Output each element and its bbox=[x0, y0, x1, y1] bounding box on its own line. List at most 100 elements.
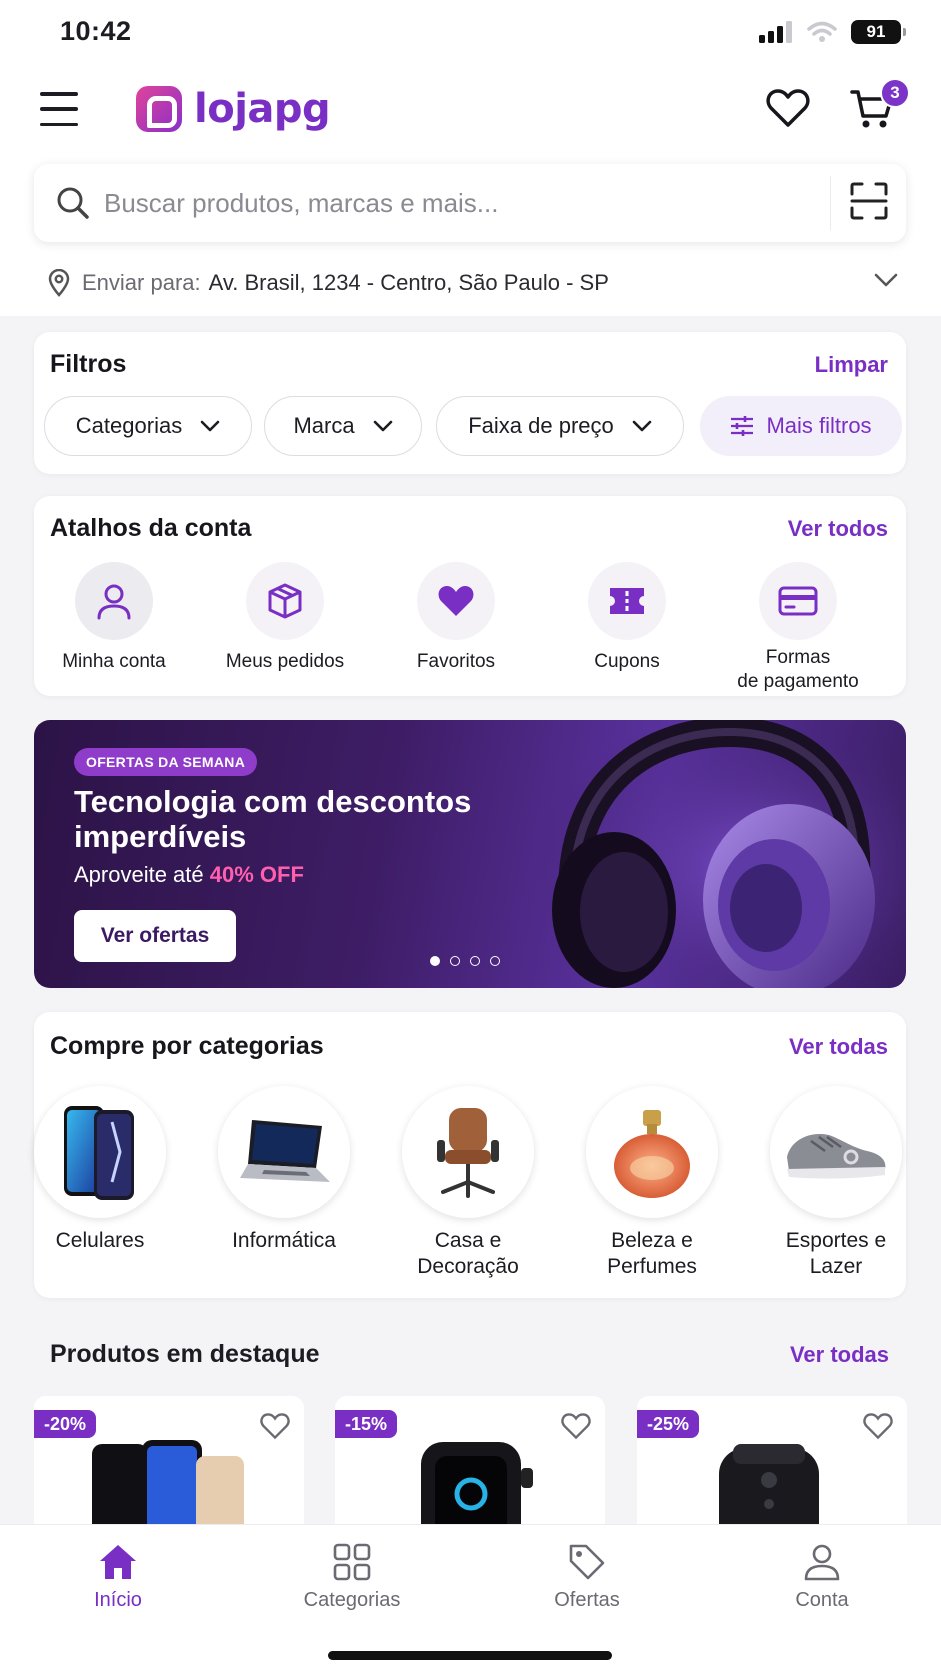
shortcut-label: Minha conta bbox=[62, 651, 166, 672]
banner-title: Tecnologia com descontos imperdíveis bbox=[74, 784, 472, 854]
header: lojapg 3 bbox=[0, 78, 941, 142]
more-filters-button[interactable]: Mais filtros bbox=[700, 396, 902, 456]
view-offers-button[interactable]: Ver ofertas bbox=[74, 910, 236, 962]
banner-subtitle-prefix: Aproveite até bbox=[74, 862, 204, 887]
category-beauty[interactable]: Beleza e Perfumes bbox=[582, 1086, 722, 1280]
carousel-dot-active[interactable] bbox=[430, 956, 440, 966]
battery-level: 91 bbox=[866, 22, 886, 41]
barcode-scan-button[interactable] bbox=[850, 182, 888, 225]
heart-outline-icon bbox=[766, 89, 810, 127]
logo[interactable]: lojapg bbox=[136, 86, 331, 132]
chip-label: Marca bbox=[293, 413, 355, 438]
scan-icon bbox=[850, 182, 888, 220]
filters-title: Filtros bbox=[50, 350, 127, 378]
chevron-down-icon bbox=[200, 420, 220, 432]
category-computing[interactable]: Informática bbox=[214, 1086, 354, 1254]
filter-chip-brand[interactable]: Marca bbox=[264, 396, 422, 456]
search-icon bbox=[57, 187, 89, 219]
hamburger-menu-button[interactable] bbox=[40, 92, 78, 126]
category-image bbox=[34, 1086, 166, 1218]
product-card[interactable]: -25% bbox=[637, 1396, 907, 1536]
signal-icon bbox=[759, 21, 792, 43]
shortcut-label: Favoritos bbox=[416, 651, 496, 672]
banner-subtitle: Aproveite até 40% OFF bbox=[74, 862, 304, 888]
shortcut-my-orders[interactable]: Meus pedidos bbox=[205, 562, 365, 674]
logo-text: lojapg bbox=[194, 86, 331, 132]
carousel-dot[interactable] bbox=[450, 956, 460, 966]
filter-chip-price-range[interactable]: Faixa de preço bbox=[436, 396, 684, 456]
category-label: Celulares bbox=[55, 1229, 145, 1252]
banner-badge: OFERTAS DA SEMANA bbox=[74, 748, 258, 776]
nav-account[interactable]: Conta bbox=[742, 1543, 902, 1612]
carousel-dot[interactable] bbox=[490, 956, 500, 966]
category-home-decor[interactable]: Casa e Decoração bbox=[398, 1086, 538, 1280]
category-label: Esportes e Lazer bbox=[785, 1229, 887, 1278]
product-card[interactable]: -20% bbox=[34, 1396, 304, 1536]
chevron-down-icon bbox=[874, 273, 898, 287]
categories-see-all-link[interactable]: Ver todas bbox=[789, 1034, 888, 1060]
heart-outline-icon[interactable] bbox=[863, 1412, 893, 1440]
delivery-address-selector[interactable]: Enviar para: Av. Brasil, 1234 - Centro, … bbox=[48, 266, 898, 300]
carousel-dots bbox=[430, 956, 500, 966]
filters-card: Filtros Limpar Categorias Marca Faixa de… bbox=[34, 332, 906, 474]
shortcut-icon-circle bbox=[417, 562, 495, 640]
favorites-button[interactable] bbox=[766, 88, 810, 133]
address-label: Enviar para: bbox=[82, 270, 201, 295]
shortcut-icon-circle bbox=[75, 562, 153, 640]
nav-label: Categorias bbox=[303, 1589, 401, 1611]
banner-discount-highlight: 40% OFF bbox=[209, 862, 304, 887]
home-indicator bbox=[328, 1651, 612, 1660]
nav-home[interactable]: Início bbox=[38, 1543, 198, 1612]
shortcut-payment-methods[interactable]: Formas de pagamento bbox=[718, 562, 878, 694]
shortcut-icon-circle bbox=[759, 562, 837, 640]
credit-card-icon bbox=[778, 586, 818, 616]
nav-categories[interactable]: Categorias bbox=[272, 1543, 432, 1612]
cart-count-badge: 3 bbox=[880, 78, 910, 108]
shortcut-label: Cupons bbox=[594, 651, 660, 672]
shortcut-coupons[interactable]: Cupons bbox=[547, 562, 707, 674]
user-icon bbox=[804, 1544, 840, 1581]
category-phones[interactable]: Celulares bbox=[30, 1086, 170, 1254]
home-icon bbox=[100, 1545, 136, 1579]
nav-label: Início bbox=[94, 1589, 142, 1611]
status-bar: 10:42 91 bbox=[0, 0, 941, 64]
shortcut-favorites[interactable]: Favoritos bbox=[376, 562, 536, 674]
filter-chip-categories[interactable]: Categorias bbox=[44, 396, 252, 456]
nav-label: Ofertas bbox=[554, 1589, 620, 1611]
chair-image bbox=[437, 1108, 499, 1198]
category-image bbox=[218, 1086, 350, 1218]
heart-outline-icon[interactable] bbox=[260, 1412, 290, 1440]
discount-badge: -20% bbox=[34, 1410, 97, 1438]
heart-outline-icon[interactable] bbox=[561, 1412, 591, 1440]
shortcut-my-account[interactable]: Minha conta bbox=[34, 562, 194, 674]
laptop-image bbox=[240, 1120, 330, 1182]
smartphone-image bbox=[64, 1106, 134, 1200]
chip-label: Mais filtros bbox=[766, 413, 872, 438]
clear-filters-link[interactable]: Limpar bbox=[815, 352, 888, 378]
sliders-icon bbox=[731, 416, 754, 436]
menu-line bbox=[40, 92, 78, 96]
product-card[interactable]: -15% bbox=[335, 1396, 605, 1536]
status-icons: 91 bbox=[759, 20, 906, 44]
menu-line bbox=[40, 107, 78, 111]
ticket-icon bbox=[610, 588, 644, 614]
promo-banner[interactable]: OFERTAS DA SEMANA Tecnologia com descont… bbox=[34, 720, 906, 988]
chevron-down-icon bbox=[373, 420, 392, 432]
category-sports[interactable]: Esportes e Lazer bbox=[766, 1086, 906, 1280]
nav-offers[interactable]: Ofertas bbox=[507, 1543, 667, 1612]
shortcuts-see-all-link[interactable]: Ver todos bbox=[788, 516, 888, 542]
search-bar bbox=[34, 164, 906, 242]
menu-line bbox=[40, 122, 78, 126]
search-input[interactable] bbox=[104, 164, 834, 242]
category-label: Casa e Decoração bbox=[417, 1229, 519, 1278]
shortcut-icon-circle bbox=[588, 562, 666, 640]
heart-icon bbox=[438, 586, 474, 616]
categories-card: Compre por categorias Ver todas Celulare… bbox=[34, 1012, 906, 1298]
categories-title: Compre por categorias bbox=[50, 1032, 324, 1060]
featured-see-all-link[interactable]: Ver todas bbox=[790, 1342, 889, 1368]
bottom-navigation: Início Categorias Ofertas Conta bbox=[0, 1524, 941, 1672]
location-pin-icon bbox=[48, 269, 70, 297]
discount-badge: -15% bbox=[335, 1410, 398, 1438]
carousel-dot[interactable] bbox=[470, 956, 480, 966]
status-time: 10:42 bbox=[60, 16, 132, 46]
